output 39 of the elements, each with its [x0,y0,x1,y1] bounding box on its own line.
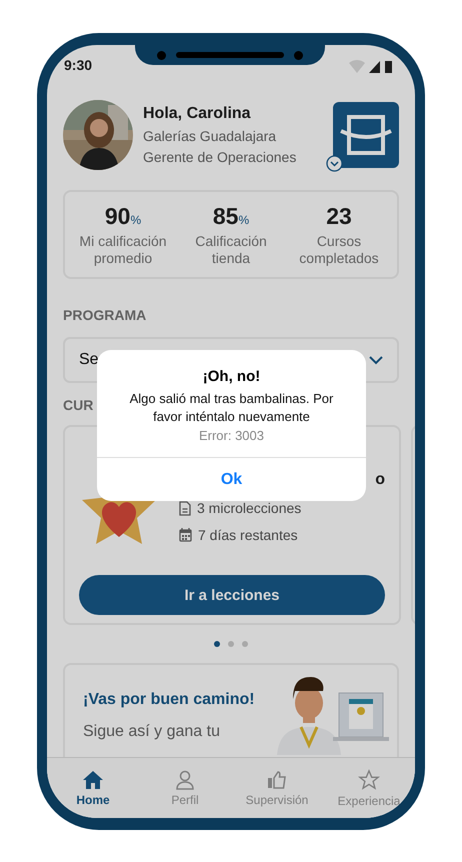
course-meta: 3 microlecciones [197,500,302,516]
carousel-dot[interactable] [242,641,248,647]
stat-label: Calificación tienda [194,233,268,267]
thumbs-up-icon [267,770,287,790]
section-heading: CUR [63,397,94,413]
stat-value: 90% [104,203,142,230]
status-time: 9:30 [64,57,92,73]
course-title: o [375,471,385,489]
stat-label: Cursos completados [298,233,380,267]
star-icon [358,768,380,790]
promo-text: Sigue así y gana tu [83,723,221,741]
lessons-button[interactable]: Ir a lecciones [79,575,385,615]
section-heading: PROGRAMA [63,307,146,323]
stat-label: Mi calificación promedio [78,233,168,267]
nav-tab[interactable]: Experiencia [323,758,415,818]
error-code: Error: 3003 [198,428,264,443]
ok-button[interactable]: Ok [97,457,366,501]
person-icon [175,770,195,790]
calendar-icon [179,528,192,542]
document-icon [179,500,191,516]
role-text: Gerente de Operaciones [143,149,298,165]
carousel-dot[interactable] [228,641,234,647]
nav-tab[interactable]: Supervisión [231,758,323,818]
store-name: Galerías Guadalajara [143,128,278,144]
chevron-down-icon [369,356,383,364]
greeting: Hola, Carolina [143,105,252,123]
dialog-title: ¡Oh, no! [202,368,260,385]
dialog-message: Algo salió mal tras bambalinas. Por favor inténtalo nuevamente [128,390,334,426]
stat-value: 85% [212,203,250,230]
stat-value: 23 [326,203,352,230]
status-icons [349,59,393,73]
nav-tab[interactable]: Home [47,758,139,818]
store-logo [333,102,399,168]
home-icon [82,770,104,790]
nav-tab[interactable]: Perfil [139,758,231,818]
dropdown-icon[interactable] [326,155,343,172]
carousel-dot[interactable] [214,641,220,647]
course-meta: 7 días restantes [198,527,298,543]
promo-title: ¡Vas por buen camino! [83,691,255,709]
